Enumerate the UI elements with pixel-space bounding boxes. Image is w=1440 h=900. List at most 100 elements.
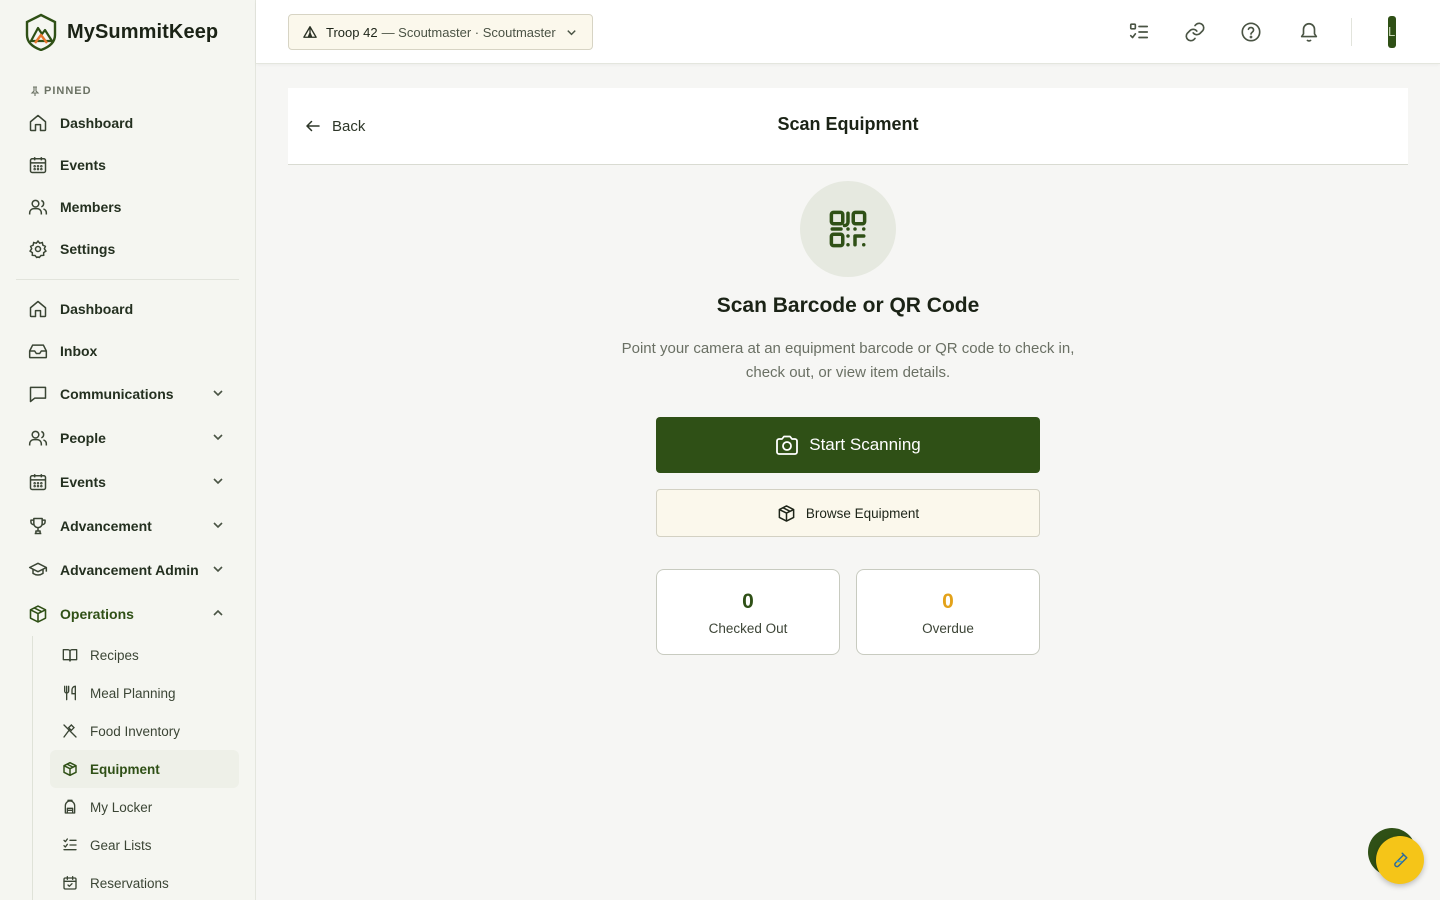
start-scanning-button[interactable]: Start Scanning	[656, 417, 1040, 473]
subnav-item-recipes[interactable]: Recipes	[50, 636, 239, 674]
mountain-logo-icon	[25, 13, 57, 51]
stat-checked-out[interactable]: 0 Checked Out	[656, 569, 840, 655]
sidebar-item-events[interactable]: Events	[0, 460, 255, 504]
pinned-item-events[interactable]: Events	[0, 144, 255, 186]
subnav-item-label: My Locker	[90, 799, 153, 815]
sidebar-item-label: Communications	[60, 386, 174, 402]
pinned-label-text: PINNED	[44, 85, 92, 97]
subnav-item-gear-lists[interactable]: Gear Lists	[50, 826, 239, 864]
avatar-initial: L	[1388, 24, 1396, 39]
users-icon	[28, 428, 48, 448]
qr-icon-badge	[800, 181, 896, 277]
sidebar-item-label: Advancement	[60, 518, 152, 534]
home-icon	[28, 299, 48, 319]
sidebar-item-label: Inbox	[60, 343, 98, 359]
book-icon	[62, 647, 78, 663]
chevron-up-icon[interactable]	[211, 606, 225, 620]
package-icon	[778, 504, 795, 522]
stat-overdue[interactable]: 0 Overdue	[856, 569, 1040, 655]
page-header: Back Scan Equipment	[288, 88, 1408, 165]
chevron-down-icon[interactable]	[211, 474, 225, 488]
browse-equipment-button[interactable]: Browse Equipment	[656, 489, 1040, 537]
utensils-crossed-icon	[62, 723, 78, 739]
sidebar-item-advancement[interactable]: Advancement	[0, 504, 255, 548]
trophy-icon	[28, 516, 48, 536]
test-tube-fab[interactable]	[1376, 836, 1424, 884]
graduation-cap-icon	[28, 560, 48, 580]
pinned-item-dashboard[interactable]: Dashboard	[0, 102, 255, 144]
qr-code-icon	[829, 210, 867, 248]
calendar-icon	[28, 472, 48, 492]
operations-subnav: Recipes Meal Planning Food Inventory Equ…	[32, 636, 255, 900]
user-avatar[interactable]: L	[1388, 16, 1396, 48]
gear-icon	[28, 239, 48, 259]
link-icon[interactable]	[1183, 20, 1207, 44]
calendar-icon	[28, 155, 48, 175]
chevron-down-icon[interactable]	[211, 430, 225, 444]
package-icon	[28, 604, 48, 624]
subnav-item-meal-planning[interactable]: Meal Planning	[50, 674, 239, 712]
pinned-section-label: PINNED	[0, 80, 255, 102]
chevron-down-icon[interactable]	[211, 562, 225, 576]
sidebar-item-operations[interactable]: Operations	[0, 592, 255, 636]
list-checks-icon	[62, 837, 78, 853]
calendar-check-icon	[62, 875, 78, 891]
home-icon	[28, 113, 48, 133]
subnav-item-food-inventory[interactable]: Food Inventory	[50, 712, 239, 750]
subnav-item-label: Food Inventory	[90, 723, 181, 739]
tent-icon	[303, 26, 317, 38]
sidebar-item-dashboard[interactable]: Dashboard	[0, 288, 255, 330]
scan-heading: Scan Barcode or QR Code	[716, 294, 980, 317]
pinned-item-label: Settings	[60, 241, 116, 257]
subnav-item-label: Gear Lists	[90, 837, 152, 853]
checked-out-label: Checked Out	[708, 621, 788, 636]
message-icon	[28, 384, 48, 404]
sidebar-item-people[interactable]: People	[0, 416, 255, 460]
package-icon	[62, 761, 78, 777]
troop-selector[interactable]: Troop 42 — Scoutmaster · Scoutmaster	[288, 14, 593, 50]
page-title: Scan Equipment	[777, 114, 919, 134]
overdue-count: 0	[942, 590, 954, 613]
chevron-down-icon[interactable]	[211, 518, 225, 532]
test-tube-icon	[1394, 852, 1408, 868]
topbar: Troop 42 — Scoutmaster · Scoutmaster L	[256, 0, 1440, 64]
subnav-item-label: Equipment	[90, 761, 160, 777]
pin-icon	[30, 85, 40, 96]
sidebar-item-label: People	[60, 430, 106, 446]
inbox-icon	[28, 341, 48, 361]
sidebar: MySummitKeep PINNED Dashboard Events Mem…	[0, 0, 256, 900]
topbar-separator	[1351, 18, 1352, 46]
chevron-down-icon	[567, 30, 576, 36]
chevron-down-icon[interactable]	[211, 386, 225, 400]
help-icon[interactable]	[1239, 20, 1263, 44]
subnav-item-equipment[interactable]: Equipment	[50, 750, 239, 788]
brand-name: MySummitKeep	[67, 20, 219, 43]
sidebar-divider	[16, 279, 239, 280]
sidebar-item-inbox[interactable]: Inbox	[0, 330, 255, 372]
users-icon	[28, 197, 48, 217]
sidebar-item-communications[interactable]: Communications	[0, 372, 255, 416]
browse-equipment-label: Browse Equipment	[805, 505, 920, 521]
troop-name: Troop 42	[326, 24, 378, 40]
pinned-item-members[interactable]: Members	[0, 186, 255, 228]
scan-description: Point your camera at an equipment barcod…	[621, 340, 1075, 381]
overdue-label: Overdue	[922, 621, 974, 636]
pinned-item-settings[interactable]: Settings	[0, 228, 255, 270]
sidebar-item-label: Events	[60, 474, 106, 490]
subnav-item-label: Reservations	[90, 875, 169, 891]
troop-role: — Scoutmaster · Scoutmaster	[381, 24, 556, 40]
sidebar-item-advancement-admin[interactable]: Advancement Admin	[0, 548, 255, 592]
camera-icon	[776, 435, 799, 455]
subnav-item-reservations[interactable]: Reservations	[50, 864, 239, 900]
bell-icon[interactable]	[1297, 20, 1321, 44]
utensils-icon	[62, 685, 78, 701]
sidebar-item-label: Dashboard	[60, 301, 134, 317]
sidebar-item-label: Advancement Admin	[60, 562, 199, 578]
subnav-item-label: Recipes	[90, 647, 139, 663]
brand[interactable]: MySummitKeep	[0, 0, 255, 64]
subnav-item-my-locker[interactable]: My Locker	[50, 788, 239, 826]
checklist-icon[interactable]	[1127, 20, 1151, 44]
start-scanning-label: Start Scanning	[809, 435, 921, 454]
checked-out-count: 0	[742, 590, 754, 613]
pinned-item-label: Members	[60, 199, 122, 215]
